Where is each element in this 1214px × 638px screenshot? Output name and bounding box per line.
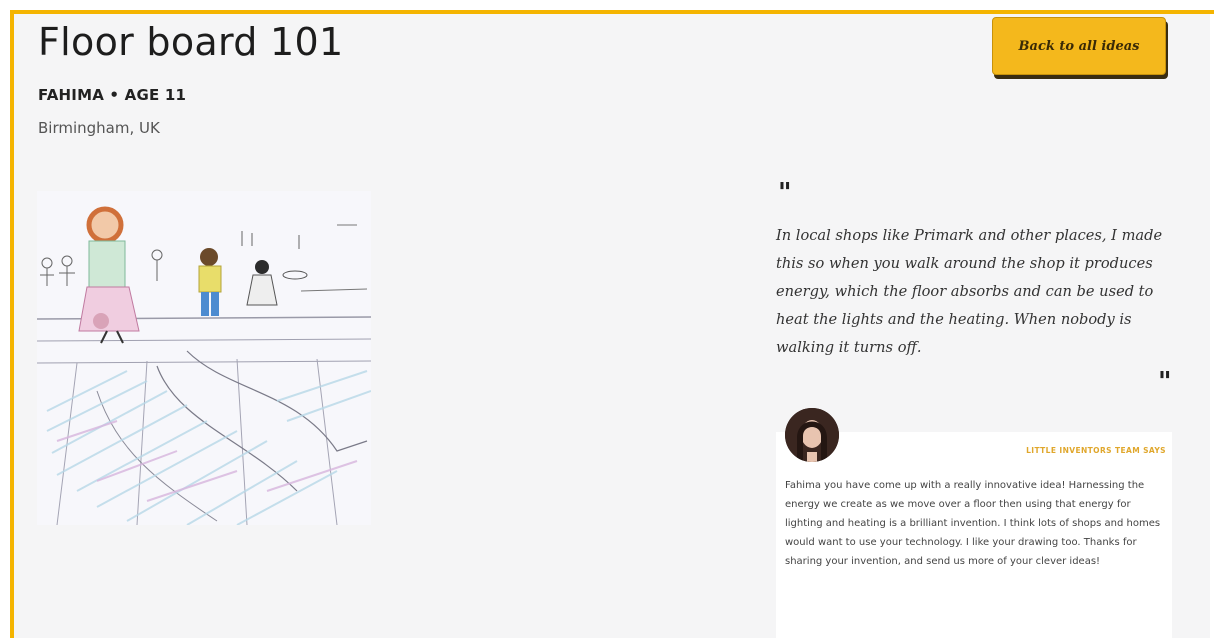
avatar-portrait-icon — [785, 408, 839, 462]
team-member-avatar — [785, 408, 839, 462]
right-margin — [1210, 14, 1214, 638]
quote-close-mark: " — [1158, 367, 1172, 397]
drawing-illustration — [37, 191, 371, 525]
accent-border-left — [10, 10, 14, 638]
team-says-label: LITTLE INVENTORS TEAM SAYS — [1026, 446, 1166, 455]
quote-open-mark: " — [778, 178, 792, 208]
left-margin — [0, 14, 10, 638]
invention-drawing — [37, 191, 371, 525]
author-location: Birmingham, UK — [38, 119, 160, 137]
idea-quote: In local shops like Primark and other pl… — [776, 227, 1163, 356]
accent-border-top — [10, 10, 1214, 14]
author-age: FAHIMA • AGE 11 — [38, 86, 187, 104]
page-title: Floor board 101 — [38, 20, 344, 64]
team-comment-text: Fahima you have come up with a really in… — [785, 480, 1161, 567]
back-to-all-ideas-button[interactable]: Back to all ideas — [992, 17, 1166, 75]
